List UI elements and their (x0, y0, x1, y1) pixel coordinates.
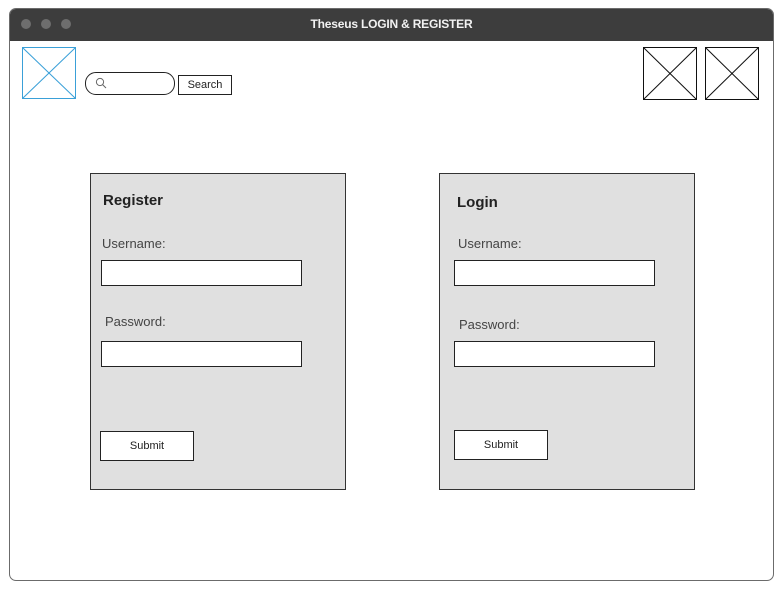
image-placeholder-2[interactable] (705, 47, 759, 100)
title-bar: Theseus LOGIN & REGISTER (10, 9, 773, 41)
register-username-label: Username: (102, 236, 166, 251)
register-username-input[interactable] (101, 260, 302, 286)
search-icon (95, 77, 107, 89)
image-placeholder-1[interactable] (643, 47, 697, 100)
search-input[interactable] (110, 75, 166, 90)
login-password-input[interactable] (454, 341, 655, 367)
logo-image-icon (23, 48, 75, 98)
login-panel: Login Username: Password: Submit (439, 173, 695, 490)
register-password-label: Password: (105, 314, 166, 329)
register-submit-button[interactable]: Submit (100, 431, 194, 461)
window-title: Theseus LOGIN & REGISTER (310, 17, 473, 31)
login-heading: Login (457, 194, 498, 211)
search-button[interactable]: Search (178, 75, 232, 95)
login-password-label: Password: (459, 317, 520, 332)
login-submit-button[interactable]: Submit (454, 430, 548, 460)
register-panel: Register Username: Password: Submit (90, 173, 346, 490)
register-password-input[interactable] (101, 341, 302, 367)
search-field[interactable] (85, 72, 175, 95)
image-placeholder-icon (644, 48, 696, 99)
image-placeholder-icon (706, 48, 758, 99)
browser-window: Theseus LOGIN & REGISTER Search Register… (9, 8, 774, 581)
login-username-label: Username: (458, 236, 522, 251)
register-heading: Register (103, 192, 164, 209)
login-username-input[interactable] (454, 260, 655, 286)
logo-placeholder (22, 47, 76, 99)
